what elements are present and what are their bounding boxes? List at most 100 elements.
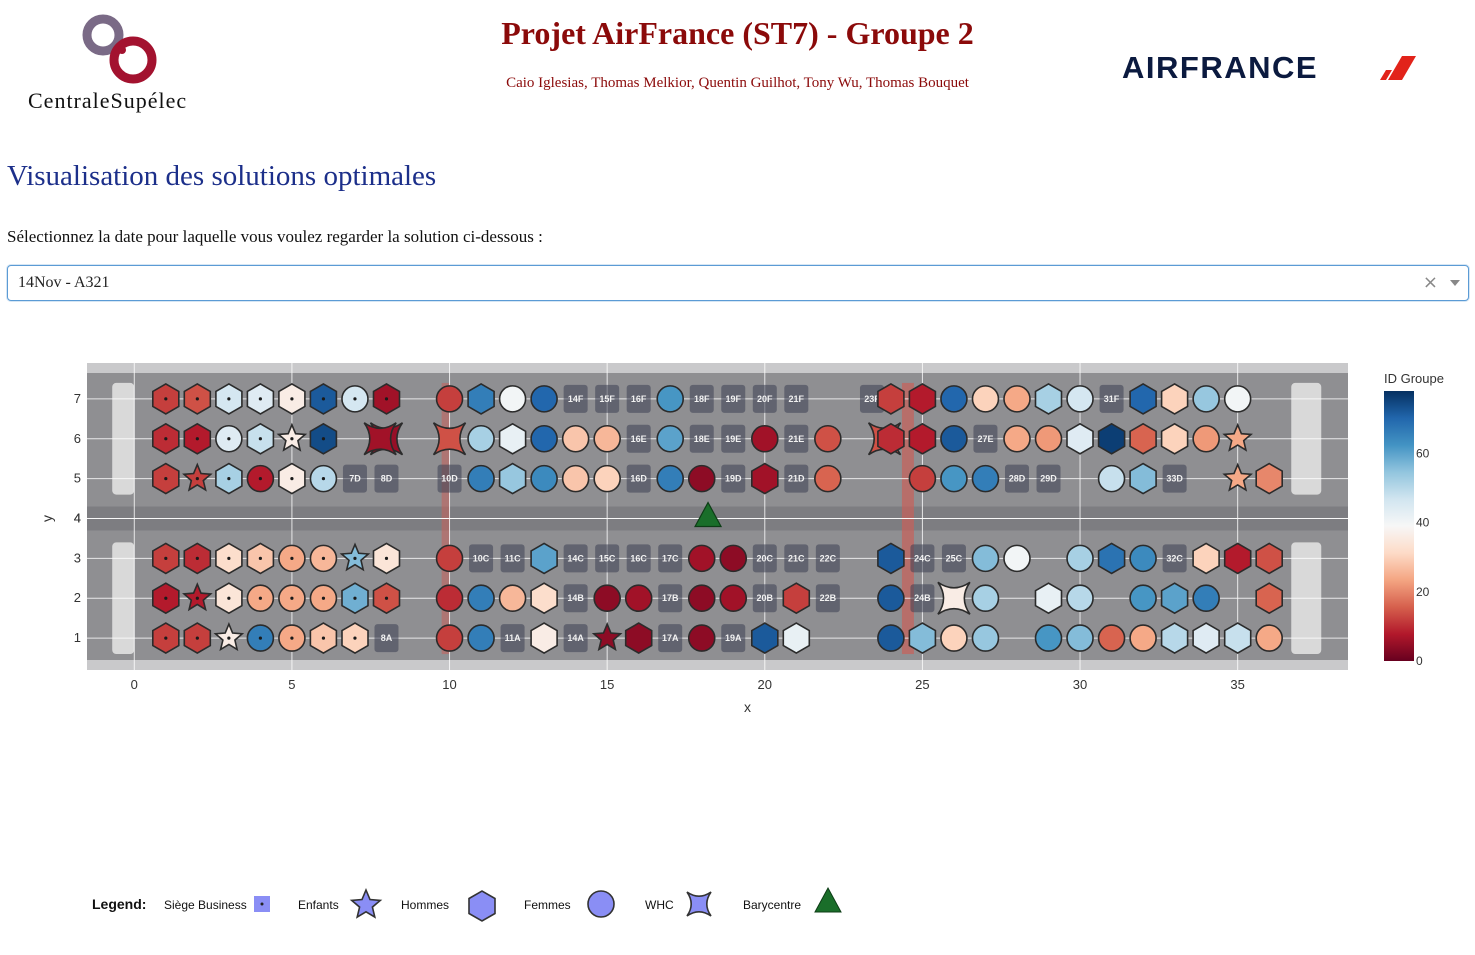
- date-select[interactable]: 14Nov - A321 ×: [7, 265, 1469, 301]
- business-seat-dot: [258, 437, 262, 441]
- legend-label: Enfants: [298, 898, 339, 912]
- passenger-man: [877, 382, 905, 415]
- passenger-woman: [971, 544, 1000, 573]
- business-seat-dot: [290, 596, 294, 600]
- passenger-woman: [498, 584, 527, 613]
- passenger-man: [782, 622, 811, 655]
- passenger-woman: [561, 464, 590, 493]
- passenger-woman: [1255, 624, 1283, 652]
- passenger-woman: [435, 584, 464, 613]
- y-tick-label: 5: [74, 471, 81, 486]
- business-seat-dot: [321, 596, 326, 600]
- passenger-man: [1223, 542, 1252, 575]
- fuselage-top-wall: [87, 363, 1348, 373]
- seat-label: 10C: [473, 553, 490, 563]
- clear-icon[interactable]: ×: [1423, 272, 1438, 293]
- passenger-woman: [1066, 385, 1094, 413]
- passenger-woman: [498, 385, 527, 413]
- y-tick-label: 7: [74, 391, 81, 406]
- business-seat-dot: [353, 556, 357, 560]
- passenger-woman: [593, 584, 621, 613]
- seat-label: 24C: [914, 553, 931, 563]
- x-tick-label: 35: [1230, 677, 1244, 692]
- passenger-man: [1160, 422, 1189, 455]
- passenger-whc: [363, 422, 397, 456]
- passenger-man: [1129, 382, 1157, 415]
- cabin-background: [87, 363, 1348, 670]
- seat-label: 14B: [567, 593, 584, 603]
- passenger-man: [624, 622, 653, 655]
- business-seat-dot: [164, 596, 168, 600]
- seat-label: 16F: [631, 394, 647, 404]
- business-seat-dot: [353, 636, 357, 640]
- passenger-woman: [1129, 544, 1157, 573]
- passenger-woman: [656, 385, 685, 413]
- business-seat-dot: [227, 636, 231, 640]
- passenger-woman: [467, 624, 495, 652]
- passenger-man: [1129, 462, 1157, 495]
- passenger-woman: [719, 544, 748, 573]
- seat-label: 14F: [568, 394, 584, 404]
- business-seat-dot: [353, 596, 357, 600]
- colorbar-tick-label: 0: [1416, 654, 1423, 668]
- seat-label: 28D: [1009, 474, 1026, 484]
- x-axis-label: x: [744, 699, 751, 715]
- business-seat-dot: [258, 556, 262, 560]
- business-seat-dot: [321, 636, 326, 640]
- seat-label: 31F: [1104, 394, 1120, 404]
- business-seat-dot: [195, 437, 199, 441]
- passenger-woman: [1003, 544, 1031, 573]
- seat-label: 11A: [505, 633, 522, 643]
- passenger-woman: [1192, 584, 1220, 613]
- business-seat-dot: [321, 397, 326, 401]
- legend-woman-symbol: [587, 890, 615, 918]
- colorbar-tick-label: 40: [1416, 516, 1430, 530]
- passenger-man: [877, 542, 905, 575]
- passenger-man: [1160, 582, 1189, 615]
- seat-label: 17A: [662, 633, 679, 643]
- passenger-woman: [1066, 544, 1094, 573]
- date-prompt: Sélectionnez la date pour laquelle vous …: [7, 227, 543, 246]
- seat-label: 15F: [599, 394, 615, 404]
- passenger-woman: [687, 624, 716, 652]
- seat-label: 21E: [788, 434, 804, 444]
- passenger-woman: [530, 385, 558, 413]
- passenger-woman: [971, 464, 1000, 493]
- chevron-down-icon[interactable]: [1450, 280, 1460, 286]
- passenger-man: [1223, 622, 1252, 655]
- seat-label: 20F: [757, 394, 773, 404]
- seat-label: 15C: [599, 553, 616, 563]
- legend-title: Legend:: [92, 896, 146, 912]
- business-seat-dot: [290, 397, 294, 401]
- passenger-man: [1034, 582, 1063, 615]
- passenger-woman: [624, 584, 653, 613]
- legend-man-symbol: [468, 890, 496, 922]
- passenger-woman: [1003, 385, 1031, 413]
- legend-barycentre-symbol: [814, 886, 842, 913]
- seat-label: 18E: [694, 434, 710, 444]
- passenger-man: [908, 382, 937, 415]
- y-tick-label: 3: [74, 550, 81, 565]
- passenger-woman: [530, 424, 558, 453]
- seat-label: 14C: [567, 553, 584, 563]
- seat-label: 32C: [1166, 553, 1183, 563]
- passenger-man: [1255, 582, 1283, 615]
- business-seat-dot: [227, 556, 231, 560]
- business-seat-dot: [164, 636, 168, 640]
- passenger-woman: [687, 584, 716, 613]
- x-tick-label: 15: [600, 677, 614, 692]
- chart-legend: Legend: Siège Business Enfants Hommes Femme…: [92, 886, 842, 922]
- seat-label: 22B: [820, 593, 837, 603]
- business-seat-dot: [227, 477, 231, 481]
- passenger-man: [782, 582, 811, 615]
- x-tick-label: 10: [442, 677, 456, 692]
- legend-label: WHC: [645, 898, 674, 912]
- business-seat-dot: [258, 477, 262, 481]
- business-seat-dot: [258, 636, 262, 640]
- legend-child-symbol: [349, 887, 383, 919]
- passenger-man: [1160, 382, 1189, 415]
- seat-label: 27E: [977, 434, 993, 444]
- business-seat-dot: [384, 397, 389, 401]
- passenger-woman: [593, 464, 621, 493]
- passenger-man: [1066, 422, 1094, 455]
